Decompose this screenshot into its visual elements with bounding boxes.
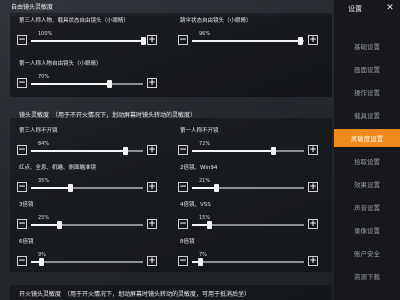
- minus-button[interactable]: −: [17, 182, 27, 192]
- sidebar-item[interactable]: 基础设置: [336, 37, 398, 55]
- slider-fill: [31, 224, 59, 226]
- slider-label: 4倍镜、VSS: [180, 202, 211, 208]
- slider-track[interactable]: [192, 184, 304, 192]
- slider-thumb[interactable]: [297, 37, 303, 45]
- plus-button[interactable]: +: [147, 78, 157, 88]
- plus-button[interactable]: +: [308, 35, 318, 45]
- slider-track[interactable]: [31, 37, 146, 45]
- slider-thumb[interactable]: [57, 221, 62, 229]
- slider-thumb[interactable]: [197, 258, 203, 266]
- slider-label: 6倍镜: [19, 239, 34, 245]
- minus-button[interactable]: −: [178, 35, 188, 45]
- minus-button[interactable]: −: [178, 182, 188, 192]
- minus-button[interactable]: −: [17, 78, 27, 88]
- free-look-title: 自由镜头灵敏度: [11, 4, 54, 11]
- slider-thumb[interactable]: [39, 258, 45, 266]
- minus-button[interactable]: −: [17, 219, 27, 229]
- plus-button[interactable]: +: [147, 145, 157, 155]
- slider-value-text: 96%: [199, 31, 211, 37]
- slider-label: 3倍镜: [19, 202, 34, 208]
- camera-title: 镜头灵敏度 （用于不开火情况下，划动屏幕时镜头转动的灵敏度）: [19, 112, 197, 119]
- plus-button[interactable]: +: [147, 35, 157, 45]
- slider-thumb[interactable]: [206, 221, 212, 229]
- plus-button[interactable]: +: [308, 182, 318, 192]
- slider-thumb[interactable]: [213, 184, 219, 192]
- minus-button[interactable]: −: [17, 35, 27, 45]
- camera-panel: [10, 118, 332, 272]
- sidebar-item[interactable]: 资源下载: [336, 267, 398, 285]
- plus-button[interactable]: +: [308, 219, 318, 229]
- minus-button[interactable]: −: [178, 145, 188, 155]
- slider-track[interactable]: [192, 258, 304, 266]
- slider-fill: [31, 150, 126, 152]
- slider-track[interactable]: [31, 147, 143, 155]
- slider-value-text: 100%: [38, 31, 53, 37]
- slider-value-text: 72%: [199, 141, 211, 147]
- slider-value-text: 25%: [38, 215, 50, 221]
- slider-value-text: 84%: [38, 141, 50, 147]
- slider-label: 跳伞状态自由镜头（小眼睛）: [180, 18, 252, 24]
- minus-button[interactable]: −: [178, 219, 188, 229]
- slider-thumb[interactable]: [123, 147, 129, 155]
- slider-thumb[interactable]: [270, 147, 276, 155]
- slider-fill: [31, 187, 71, 189]
- slider-label: 第三人称人物、载具状态自由镜头（小眼睛）: [19, 18, 130, 24]
- slider-label: 第一人称不开镜: [180, 128, 219, 134]
- minus-button[interactable]: −: [17, 256, 27, 266]
- minus-button[interactable]: −: [17, 145, 27, 155]
- slider-track[interactable]: [31, 258, 143, 266]
- plus-button[interactable]: +: [147, 182, 157, 192]
- slider-track[interactable]: [192, 221, 304, 229]
- minus-button[interactable]: −: [178, 256, 188, 266]
- slider-label: 红点、全息、机瞄、侧面瞄准镜: [19, 165, 97, 171]
- sidebar-item[interactable]: 载具设置: [336, 106, 398, 124]
- slider-value-text: 21%: [199, 178, 211, 184]
- close-icon[interactable]: ✕: [385, 3, 395, 13]
- slider-track[interactable]: [31, 184, 143, 192]
- slider-fill: [192, 40, 300, 42]
- plus-button[interactable]: +: [147, 256, 157, 266]
- slider-track[interactable]: [192, 37, 304, 45]
- sidebar-item[interactable]: 画面设置: [336, 60, 398, 78]
- slider-value-text: 70%: [38, 74, 50, 80]
- slider-value-text: 35%: [38, 178, 50, 184]
- sidebar-item[interactable]: 拾取设置: [336, 152, 398, 170]
- slider-fill: [192, 187, 216, 189]
- slider-thumb[interactable]: [68, 184, 74, 192]
- sidebar-item[interactable]: 录像设置: [336, 221, 398, 239]
- slider-label: 8倍镜: [180, 239, 195, 245]
- slider-thumb[interactable]: [107, 80, 113, 88]
- sidebar-item[interactable]: 声音设置: [336, 198, 398, 216]
- sidebar-item[interactable]: 账户安全: [336, 244, 398, 262]
- sidebar-title: 设置: [348, 4, 362, 13]
- slider-track[interactable]: [31, 221, 143, 229]
- slider-track[interactable]: [192, 147, 304, 155]
- slider-label: 第一人称人物自由镜头（小眼睛）: [19, 61, 102, 67]
- slider-fill: [31, 83, 110, 85]
- slider-label: 2倍镜、Win94: [180, 165, 218, 171]
- plus-button[interactable]: +: [147, 219, 157, 229]
- slider-fill: [192, 150, 273, 152]
- slider-label: 第三人称不开镜: [19, 128, 58, 134]
- plus-button[interactable]: +: [308, 145, 318, 155]
- slider-track[interactable]: [31, 80, 143, 88]
- sidebar-item[interactable]: 效果设置: [336, 175, 398, 193]
- sidebar-item[interactable]: 操作设置: [336, 83, 398, 101]
- sidebar-item[interactable]: 灵敏度设置: [334, 129, 400, 147]
- slider-fill: [31, 40, 143, 42]
- firing-title: 开火镜头灵敏度 （用于开火情况下，划动屏幕时镜头转动的灵敏度，可用于抵消后坐）: [19, 291, 251, 298]
- slider-thumb[interactable]: [141, 37, 146, 45]
- plus-button[interactable]: +: [308, 256, 318, 266]
